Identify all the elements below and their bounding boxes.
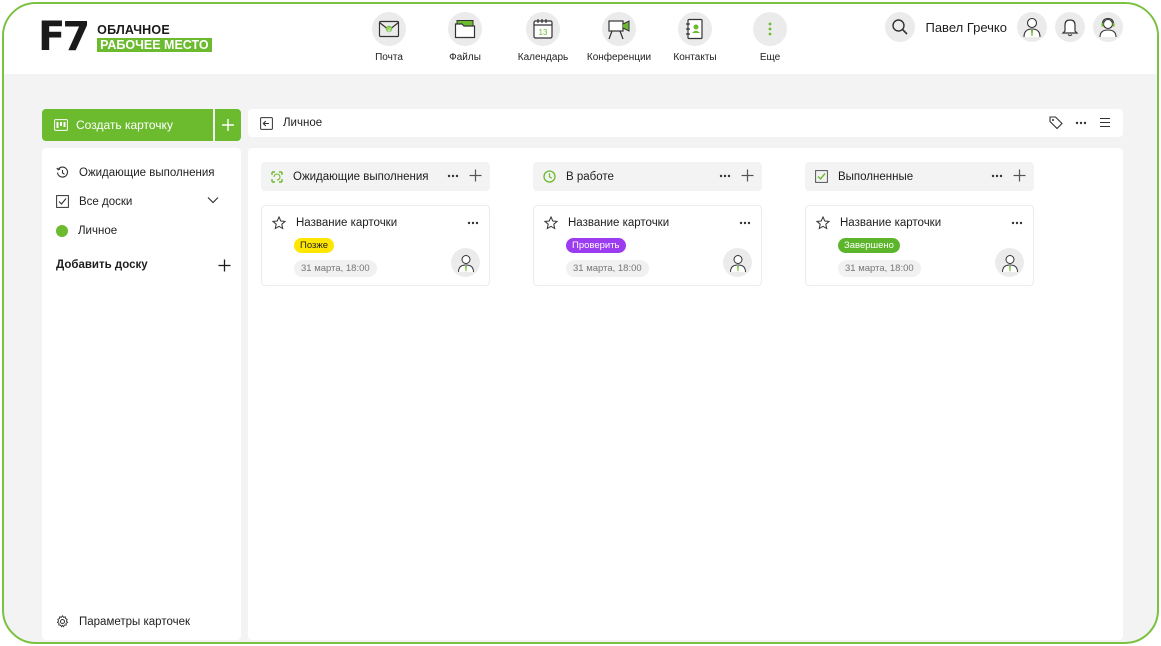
more-vertical-icon — [753, 12, 787, 46]
card-date: 31 марта, 18:00 — [838, 260, 921, 277]
breadcrumb: Личное — [283, 117, 323, 129]
sidebar-item-personal[interactable]: Личное — [42, 216, 241, 245]
nav-item-calendar[interactable]: 13 Календарь — [511, 12, 575, 63]
user-name[interactable]: Павел Гречко — [925, 20, 1007, 35]
app-frame: F7 ОБЛАЧНОЕ РАБОЧЕЕ МЕСТО @ Почта Файлы — [2, 2, 1159, 644]
collapse-left-icon[interactable] — [260, 116, 273, 130]
column-header[interactable]: Выполненные — [805, 162, 1034, 191]
star-icon[interactable] — [544, 216, 558, 230]
calendar-icon: 13 — [526, 12, 560, 46]
board-icon — [54, 119, 68, 131]
video-conference-icon — [602, 12, 636, 46]
plus-icon[interactable] — [469, 169, 482, 182]
column-header[interactable]: Ожидающие выполнения — [261, 162, 490, 191]
more-horizontal-icon[interactable] — [1075, 121, 1087, 125]
card[interactable]: Название карточки Проверить 31 марта, 18… — [533, 205, 762, 286]
assignee-avatar[interactable] — [995, 248, 1024, 277]
mail-icon: @ — [372, 12, 406, 46]
tag-icon[interactable] — [1049, 116, 1063, 129]
pending-icon — [271, 170, 283, 183]
status-badge: Позже — [294, 238, 334, 253]
create-card-button[interactable]: Создать карточку — [42, 109, 213, 141]
more-horizontal-icon[interactable] — [447, 174, 459, 178]
star-icon[interactable] — [816, 216, 830, 230]
card[interactable]: Название карточки Позже 31 марта, 18:00 — [261, 205, 490, 286]
status-badge: Проверить — [566, 238, 626, 253]
create-card-group: Создать карточку — [42, 109, 241, 141]
calendar-day: 13 — [539, 28, 548, 37]
more-horizontal-icon[interactable] — [719, 174, 731, 178]
nav-item-files[interactable]: Файлы — [419, 12, 511, 63]
column-header[interactable]: В работе — [533, 162, 762, 191]
history-icon — [56, 166, 68, 178]
more-horizontal-icon[interactable] — [467, 221, 479, 225]
column-pending: Ожидающие выполнения Название карточки П… — [261, 162, 490, 286]
more-horizontal-icon[interactable] — [991, 174, 1003, 178]
checked-icon — [815, 170, 828, 183]
card[interactable]: Название карточки Завершено 31 марта, 18… — [805, 205, 1034, 286]
plus-icon[interactable] — [1013, 169, 1026, 182]
card-date: 31 марта, 18:00 — [294, 260, 377, 277]
create-card-plus-button[interactable] — [215, 109, 241, 141]
more-horizontal-icon[interactable] — [1011, 221, 1023, 225]
logo[interactable]: F7 ОБЛАЧНОЕ РАБОЧЕЕ МЕСТО — [38, 17, 212, 57]
assignee-avatar[interactable] — [723, 248, 752, 277]
more-horizontal-icon[interactable] — [739, 221, 751, 225]
nav-item-more[interactable]: Еще — [727, 12, 813, 63]
nav-item-mail[interactable]: @ Почта — [359, 12, 419, 63]
column-in-progress: В работе Название карточки Проверить 31 … — [533, 162, 762, 286]
column-done: Выполненные Название карточки Завершено … — [805, 162, 1034, 286]
star-icon[interactable] — [272, 216, 286, 230]
logo-line2: РАБОЧЕЕ МЕСТО — [97, 37, 212, 52]
user-avatar[interactable] — [1017, 12, 1047, 42]
add-board[interactable]: Добавить доску — [42, 255, 241, 275]
card-date: 31 марта, 18:00 — [566, 260, 649, 277]
list-icon[interactable] — [1099, 117, 1111, 128]
plus-icon — [222, 119, 234, 131]
contacts-icon — [678, 12, 712, 46]
logo-mark: F7 — [38, 14, 90, 60]
bell-icon[interactable] — [1055, 12, 1085, 42]
board-topbar: Личное — [248, 109, 1123, 137]
logo-line1: ОБЛАЧНОЕ — [97, 22, 170, 37]
status-badge: Завершено — [838, 238, 900, 253]
search-icon[interactable] — [885, 12, 916, 42]
header: F7 ОБЛАЧНОЕ РАБОЧЕЕ МЕСТО @ Почта Файлы — [4, 4, 1157, 74]
sidebar-item-pending[interactable]: Ожидающие выполнения — [42, 158, 241, 187]
card-title: Название карточки — [568, 217, 670, 229]
folder-icon — [448, 12, 482, 46]
assignee-avatar[interactable] — [451, 248, 480, 277]
card-title: Название карточки — [840, 217, 942, 229]
chevron-down-icon — [207, 197, 219, 204]
nav-item-contacts[interactable]: Контакты — [663, 12, 727, 63]
svg-text:@: @ — [387, 27, 392, 33]
header-right: Павел Гречко — [885, 12, 1123, 42]
clock-icon — [543, 170, 556, 183]
gear-icon — [56, 615, 69, 628]
green-dot — [56, 224, 68, 237]
sidebar-item-all-boards[interactable]: Все доски — [42, 187, 241, 216]
main-nav: @ Почта Файлы 13 Календарь Конференции К… — [359, 12, 813, 63]
card-title: Название карточки — [296, 217, 398, 229]
checkbox-icon — [56, 195, 69, 208]
card-settings-link[interactable]: Параметры карточек — [56, 615, 190, 628]
kanban-board: Ожидающие выполнения Название карточки П… — [248, 148, 1123, 640]
nav-item-conferences[interactable]: Конференции — [575, 12, 663, 63]
support-icon[interactable] — [1093, 12, 1123, 42]
sidebar: Ожидающие выполнения Все доски Личное До… — [42, 148, 241, 640]
plus-icon[interactable] — [741, 169, 754, 182]
plus-icon — [218, 259, 231, 271]
